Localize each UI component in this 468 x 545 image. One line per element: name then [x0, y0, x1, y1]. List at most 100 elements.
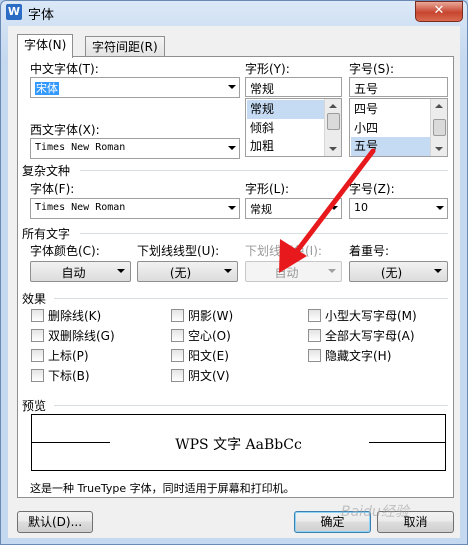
checkbox-hidden[interactable] — [308, 349, 321, 362]
checkbox-outline[interactable] — [171, 329, 184, 342]
underline-label: 下划线线型(U): — [137, 244, 220, 258]
style-option[interactable]: 倾斜 — [247, 119, 324, 138]
window-title: 字体 — [28, 8, 55, 23]
style-option[interactable]: 常规 — [247, 100, 324, 119]
complex-size-value: 10 — [354, 201, 368, 214]
style-input[interactable]: 常规 — [245, 77, 342, 97]
chevron-down-icon — [117, 269, 125, 273]
scroll-thumb[interactable] — [327, 113, 340, 130]
font-color-value: 自动 — [61, 266, 86, 280]
preview-note: 这是一种 TrueType 字体，同时适用于屏幕和打印机。 — [30, 482, 295, 495]
emphasis-label: 着重号: — [349, 244, 390, 258]
chevron-down-icon — [328, 269, 336, 273]
style-list[interactable]: 常规 倾斜 加粗 — [245, 98, 342, 157]
underline-style-dropdown[interactable]: (无) — [137, 261, 238, 282]
chevron-down-icon — [434, 269, 442, 273]
preview-sample-text: WPS 文字 AaBbCc — [175, 437, 302, 453]
checkbox-shadow[interactable] — [171, 309, 184, 322]
west-font-label: 西文字体(X): — [30, 123, 100, 137]
tab-char-spacing[interactable]: 字符间距(R) — [85, 36, 165, 57]
checkbox-all-caps[interactable] — [308, 329, 321, 342]
divider — [80, 170, 448, 171]
checkbox-strikethrough[interactable] — [31, 309, 44, 322]
title-bar[interactable]: W 字体 ✕ — [1, 1, 467, 23]
style-option[interactable]: 加粗 — [247, 137, 324, 156]
size-input-value: 五号 — [354, 82, 379, 96]
checkbox-small-caps[interactable] — [308, 309, 321, 322]
checkbox-double-strikethrough[interactable] — [31, 329, 44, 342]
divider — [54, 298, 448, 299]
checkbox-label: 阳文(E) — [188, 349, 229, 363]
style-input-value: 常规 — [250, 82, 275, 96]
checkbox-subscript[interactable] — [31, 369, 44, 382]
underline-style-value: (无) — [169, 266, 192, 280]
tab-font[interactable]: 字体(N) — [17, 34, 74, 58]
chevron-down-icon — [224, 269, 232, 273]
scroll-up-icon[interactable] — [329, 104, 337, 108]
size-label: 字号(S): — [349, 62, 395, 76]
complex-style-label: 字形(L): — [245, 182, 290, 196]
font-dialog: W 字体 ✕ 字体(N) 字符间距(R) 中文字体(T): 宋体 字形(Y): … — [0, 0, 468, 545]
style-label: 字形(Y): — [245, 62, 290, 76]
checkbox-label: 阴文(V) — [188, 369, 230, 383]
checkbox-label: 上标(P) — [48, 349, 89, 363]
checkbox-label: 小型大写字母(M) — [325, 309, 417, 323]
divider — [54, 405, 448, 406]
default-button[interactable]: 默认(D)... — [17, 511, 93, 533]
checkbox-label: 双删除线(G) — [48, 329, 115, 343]
complex-section-label: 复杂文种 — [22, 164, 71, 178]
scroll-down-icon[interactable] — [435, 147, 443, 151]
complex-size-label: 字号(Z): — [349, 182, 395, 196]
divider — [80, 233, 448, 234]
complex-style-value: 常规 — [250, 203, 272, 216]
checkbox-label: 阴影(W) — [188, 309, 234, 323]
font-color-label: 字体颜色(C): — [30, 244, 100, 258]
size-input[interactable]: 五号 — [349, 77, 448, 97]
style-scrollbar[interactable] — [324, 99, 341, 156]
complex-style-combo[interactable]: 常规 — [245, 198, 342, 219]
font-color-dropdown[interactable]: 自动 — [30, 261, 131, 282]
preview-box: WPS 文字 AaBbCc — [31, 414, 446, 471]
chevron-down-icon[interactable] — [228, 85, 236, 89]
size-option[interactable]: 四号 — [351, 100, 430, 119]
complex-font-combo[interactable]: Times New Roman — [30, 198, 240, 219]
size-option[interactable]: 小四 — [351, 119, 430, 138]
chevron-down-icon[interactable] — [228, 146, 236, 150]
cn-font-label: 中文字体(T): — [30, 62, 99, 76]
scroll-thumb[interactable] — [433, 119, 446, 136]
underline-color-value: 自动 — [274, 266, 299, 280]
all-text-section-label: 所有文字 — [22, 227, 71, 241]
wps-app-icon: W — [6, 4, 22, 20]
cn-font-value: 宋体 — [35, 82, 59, 95]
checkbox-superscript[interactable] — [31, 349, 44, 362]
checkbox-label: 删除线(K) — [48, 309, 102, 323]
checkbox-label: 隐藏文字(H) — [325, 349, 392, 363]
scroll-down-icon[interactable] — [329, 147, 337, 151]
baidu-watermark: Baidu经验 — [341, 504, 409, 520]
chevron-down-icon[interactable] — [436, 206, 444, 210]
font-tab-panel: 中文字体(T): 宋体 字形(Y): 常规 常规 倾斜 加粗 字号(S): 五号… — [17, 56, 454, 498]
close-button[interactable]: ✕ — [415, 1, 463, 22]
west-font-combo[interactable]: Times New Roman — [30, 138, 240, 159]
checkbox-emboss[interactable] — [171, 349, 184, 362]
checkbox-label: 下标(B) — [48, 369, 90, 383]
dialog-body: 字体(N) 字符间距(R) 中文字体(T): 宋体 字形(Y): 常规 常规 倾… — [8, 26, 460, 538]
size-option[interactable]: 五号 — [351, 137, 430, 156]
chevron-down-icon[interactable] — [228, 206, 236, 210]
complex-size-combo[interactable]: 10 — [349, 198, 448, 219]
size-list[interactable]: 四号 小四 五号 — [349, 98, 448, 157]
effects-section-label: 效果 — [22, 292, 47, 306]
complex-font-value: Times New Roman — [35, 202, 126, 213]
west-font-value: Times New Roman — [35, 142, 126, 153]
underline-color-label: 下划线颜色(I): — [245, 244, 322, 258]
size-scrollbar[interactable] — [430, 99, 447, 156]
preview-section-label: 预览 — [22, 399, 47, 413]
chevron-down-icon[interactable] — [330, 206, 338, 210]
scroll-up-icon[interactable] — [435, 104, 443, 108]
checkbox-engrave[interactable] — [171, 369, 184, 382]
checkbox-label: 空心(O) — [188, 329, 231, 343]
underline-color-dropdown[interactable]: 自动 — [245, 261, 342, 282]
cn-font-combo[interactable]: 宋体 — [30, 77, 240, 98]
checkbox-label: 全部大写字母(A) — [325, 329, 415, 343]
emphasis-dropdown[interactable]: (无) — [349, 261, 448, 282]
